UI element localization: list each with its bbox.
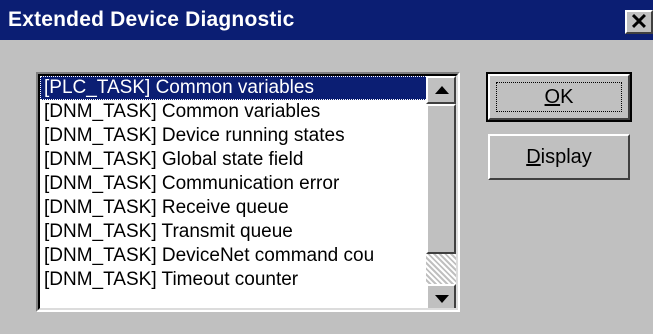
- arrow-up-icon: [435, 86, 449, 94]
- focus-rectangle: [496, 82, 622, 112]
- vertical-scrollbar[interactable]: [426, 76, 456, 308]
- display-button-label: Display: [526, 146, 592, 168]
- scroll-thumb[interactable]: [426, 104, 456, 254]
- list-items: [PLC_TASK] Common variables [DNM_TASK] C…: [40, 76, 430, 308]
- list-item[interactable]: [PLC_TASK] Common variables: [40, 76, 430, 100]
- title-bar[interactable]: Extended Device Diagnostic ✕: [0, 0, 653, 40]
- list-item[interactable]: [DNM_TASK] Common variables: [40, 100, 430, 124]
- list-item[interactable]: [DNM_TASK] Global state field: [40, 148, 430, 172]
- scroll-track[interactable]: [426, 254, 456, 284]
- diagnostic-list[interactable]: [PLC_TASK] Common variables [DNM_TASK] C…: [36, 72, 460, 312]
- window-title: Extended Device Diagnostic: [8, 8, 295, 31]
- arrow-down-icon: [435, 295, 449, 303]
- list-item[interactable]: [DNM_TASK] Timeout counter: [40, 268, 430, 292]
- scroll-down-button[interactable]: [426, 284, 456, 308]
- close-icon: ✕: [629, 9, 649, 34]
- list-item[interactable]: [DNM_TASK] Communication error: [40, 172, 430, 196]
- list-item[interactable]: [DNM_TASK] Receive queue: [40, 196, 430, 220]
- close-button[interactable]: ✕: [625, 10, 653, 34]
- dialog-window: Extended Device Diagnostic ✕ [PLC_TASK] …: [0, 0, 653, 334]
- scroll-up-button[interactable]: [426, 76, 456, 104]
- list-item[interactable]: [DNM_TASK] Device running states: [40, 124, 430, 148]
- display-button[interactable]: Display: [488, 134, 630, 180]
- list-item[interactable]: [DNM_TASK] DeviceNet command cou: [40, 244, 430, 268]
- list-item[interactable]: [DNM_TASK] Transmit queue: [40, 220, 430, 244]
- ok-button[interactable]: OK: [486, 72, 632, 122]
